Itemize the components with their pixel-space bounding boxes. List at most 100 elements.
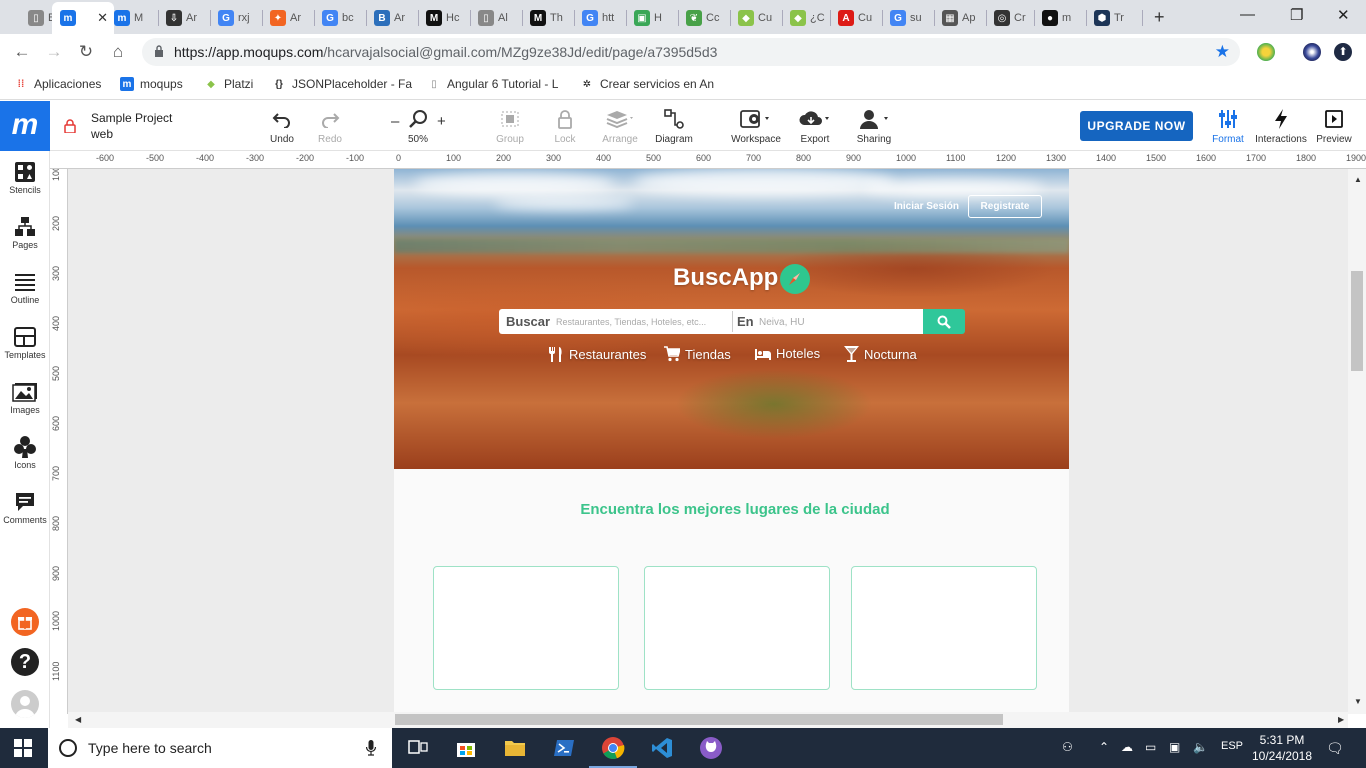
login-link[interactable]: Iniciar Sesión [894,201,959,212]
place-card[interactable] [433,566,619,690]
address-bar[interactable]: https://app.moqups.com/hcarvajalsocial@g… [142,38,1240,66]
sidebar-item-comments[interactable]: Comments [0,491,50,525]
browser-tab[interactable]: ▯ Al [470,4,522,32]
menu-upload-icon[interactable]: ⬆ [1334,43,1352,61]
profile-avatar[interactable] [1303,43,1321,61]
signup-button[interactable]: Registrate [968,195,1042,218]
task-view-icon[interactable] [404,734,432,762]
bookmark-item[interactable]: ✲ Crear servicios en An [580,77,714,91]
file-explorer-icon[interactable] [501,734,529,762]
taskbar-search-box[interactable]: Type here to search [48,728,392,768]
bookmark-star-icon[interactable]: ★ [1215,42,1230,62]
taskbar-clock[interactable]: 5:31 PM 10/24/2018 [1247,732,1317,764]
zoom-control[interactable]: 50% [404,107,432,145]
browser-tab[interactable]: ▣ H [626,4,678,32]
upgrade-now-button[interactable]: UPGRADE NOW [1080,111,1193,141]
undo-button[interactable]: Undo [268,107,296,145]
lock-button[interactable]: Lock [552,107,578,145]
scroll-down-arrow[interactable]: ▼ [1354,697,1362,706]
place-card[interactable] [851,566,1037,690]
browser-tab[interactable]: ● m [1034,4,1086,32]
new-tab-button[interactable]: + [1154,7,1165,28]
browser-tab[interactable]: ◆ Cu [730,4,782,32]
browser-tab[interactable]: ▯Bu [20,4,52,32]
browser-tab[interactable]: A Cu [830,4,882,32]
category-tiendas[interactable]: Tiendas [664,346,731,362]
search-where-input[interactable]: Neiva, HU [759,317,805,328]
microsoft-store-icon[interactable] [452,734,480,762]
sidebar-item-icons[interactable]: Icons [0,436,50,470]
forward-button[interactable]: → [44,42,64,62]
people-icon[interactable]: ⚇ [1062,740,1073,754]
mockup-page[interactable]: Iniciar Sesión Registrate BuscApp Buscar… [394,169,1069,714]
scroll-right-arrow[interactable]: ▶ [1338,715,1344,724]
gift-icon[interactable] [11,608,39,636]
reload-button[interactable]: ↻ [76,42,96,62]
ruler-horizontal[interactable]: -600 -500 -400 -300 -200 -100 0 100 200 300 400 500… [50,151,1366,169]
microphone-icon[interactable] [366,740,376,756]
vertical-scroll-thumb[interactable] [1351,271,1363,371]
windows-start-icon[interactable] [14,739,32,757]
scroll-left-arrow[interactable]: ◀ [75,715,81,724]
browser-tab[interactable]: ⇩ Ar [158,4,210,32]
language-indicator[interactable]: ESP [1221,740,1243,752]
maximize-button[interactable]: ❐ [1290,6,1303,24]
sidebar-item-outline[interactable]: Outline [0,271,50,305]
group-button[interactable]: Group [494,107,526,145]
powershell-icon[interactable] [550,734,578,762]
diagram-button[interactable]: Diagram [653,107,695,145]
vertical-scrollbar[interactable] [1348,169,1366,714]
preview-button[interactable]: Preview [1314,107,1354,145]
zoom-in-button[interactable]: + [437,113,446,130]
bookmark-item[interactable]: {} JSONPlaceholder - Fa [272,77,412,91]
export-button[interactable]: Export [796,107,834,145]
github-desktop-icon[interactable] [697,734,725,762]
browser-tab[interactable]: B Ar [366,4,418,32]
volume-icon[interactable]: 🔈 [1193,740,1208,754]
sidebar-item-templates[interactable]: Templates [0,326,50,360]
bookmark-item[interactable]: ⁞⁞ Aplicaciones [14,77,102,91]
redo-button[interactable]: Redo [316,107,344,145]
browser-tab[interactable]: ▦ Ap [934,4,986,32]
browser-tab[interactable]: Ghtt [574,4,626,32]
browser-tab[interactable]: ◎ Cr [986,4,1034,32]
notifications-icon[interactable]: 🗨 [1326,740,1344,757]
browser-tab[interactable]: ⬢ Tr [1086,4,1142,32]
design-canvas[interactable]: Iniciar Sesión Registrate BuscApp Buscar… [68,169,1348,714]
vscode-icon[interactable] [648,734,676,762]
user-avatar[interactable] [11,690,39,718]
project-title[interactable]: Sample Project web [91,110,172,142]
browser-tab[interactable]: Gsu [882,4,934,32]
sidebar-item-pages[interactable]: Pages [0,216,50,250]
show-hidden-icons[interactable]: ⌃ [1099,740,1109,754]
interactions-panel-button[interactable]: Interactions [1252,107,1310,145]
browser-tab[interactable]: Gbc [314,4,366,32]
zoom-out-button[interactable]: – [391,113,399,130]
browser-tab[interactable]: Grxj [210,4,262,32]
chrome-taskbar-icon[interactable] [589,734,637,768]
bookmark-item[interactable]: m moqups [120,77,183,91]
sidebar-item-stencils[interactable]: Stencils [0,161,50,195]
browser-tab[interactable]: ◆ ¿C [782,4,830,32]
sidebar-item-images[interactable]: Images [0,381,50,415]
category-hoteles[interactable]: Hoteles [755,346,820,361]
browser-tab[interactable]: m ✕ [52,2,114,34]
extension-icon[interactable] [1257,43,1275,61]
bookmark-item[interactable]: ◆ Platzi [204,77,253,91]
project-lock-icon[interactable] [64,119,76,133]
bookmark-item[interactable]: ▯ Angular 6 Tutorial - L [427,77,558,91]
back-button[interactable]: ← [12,42,32,62]
ruler-vertical[interactable]: 10020030040050060070080090010001100120 [50,169,68,714]
browser-tab[interactable]: M Hc [418,4,470,32]
weather-cloud-icon[interactable]: ☁ [1121,740,1133,754]
browser-tab[interactable]: ❦ Cc [678,4,730,32]
place-card[interactable] [644,566,830,690]
network-icon[interactable]: ▣ [1169,740,1180,754]
category-restaurantes[interactable]: Restaurantes [548,346,646,363]
sharing-button[interactable]: Sharing [854,107,894,145]
category-nocturna[interactable]: Nocturna [844,346,917,362]
horizontal-scroll-thumb[interactable] [395,714,1003,725]
search-what-input[interactable]: Restaurantes, Tiendas, Hoteles, etc... [556,317,706,327]
browser-tab[interactable]: mM [106,4,158,32]
hero-banner[interactable]: Iniciar Sesión Registrate BuscApp Buscar… [394,169,1069,469]
